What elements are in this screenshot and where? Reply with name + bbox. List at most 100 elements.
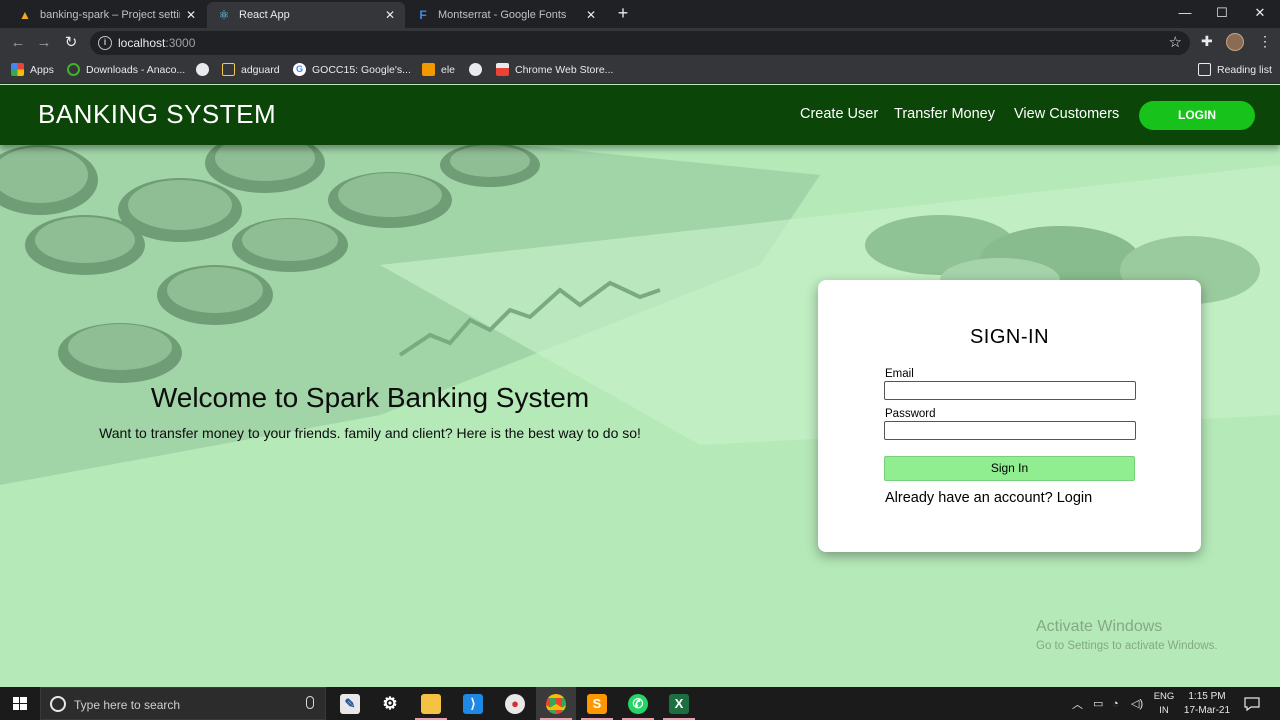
network-icon[interactable]: ◔	[1112, 687, 1119, 720]
taskbar-search[interactable]: Type here to search	[40, 687, 326, 720]
activate-windows-title: Activate Windows	[1036, 618, 1163, 635]
chrome-web-store-icon	[496, 63, 509, 76]
tab-title: Montserrat - Google Fonts	[438, 9, 567, 21]
bookmark-gocc15[interactable]: G GOCC15: Google's...	[293, 63, 411, 76]
bookmark-icon	[422, 63, 435, 76]
password-field[interactable]	[884, 421, 1136, 440]
chrome-icon	[546, 693, 566, 714]
url-port: :3000	[165, 36, 196, 50]
address-bar[interactable]: i localhost:3000 ☆	[90, 31, 1190, 55]
signin-button[interactable]: Sign In	[884, 456, 1135, 481]
page-viewport: BANKING SYSTEM Create User Transfer Mone…	[0, 85, 1280, 687]
taskbar-app-whatsapp[interactable]: ✆	[618, 687, 658, 720]
folder-icon	[421, 693, 441, 714]
taskbar-app-vscode[interactable]: ⟩	[453, 687, 493, 720]
bookmark-globe-2[interactable]	[469, 63, 488, 76]
tab-title: banking-spark – Project settings	[40, 9, 180, 21]
tab-google-fonts[interactable]: F Montserrat - Google Fonts ✕	[406, 2, 606, 28]
activate-windows-watermark: Activate Windows Go to Settings to activ…	[1036, 618, 1218, 652]
close-tab-icon[interactable]: ✕	[186, 8, 196, 22]
settings-icon: ⚙	[382, 693, 398, 713]
new-tab-button[interactable]: +	[613, 4, 633, 24]
nav-create-user[interactable]: Create User	[800, 106, 878, 122]
login-button[interactable]: LOGIN	[1139, 101, 1255, 130]
already-have-account-link[interactable]: Already have an account? Login	[885, 490, 1092, 506]
globe-icon	[196, 63, 209, 76]
brand-title[interactable]: BANKING SYSTEM	[38, 99, 276, 130]
taskbar-app-chrome[interactable]	[536, 687, 576, 720]
sublime-icon: S	[587, 693, 607, 714]
minimize-button[interactable]: —	[1167, 0, 1203, 28]
reload-icon[interactable]: ↻	[60, 32, 82, 54]
welcome-subtitle: Want to transfer money to your friends. …	[99, 425, 641, 441]
bookmark-chrome-web-store[interactable]: Chrome Web Store...	[496, 63, 613, 76]
email-field[interactable]	[884, 381, 1136, 400]
taskbar-app-sublime[interactable]: S	[577, 687, 617, 720]
notification-bubble-icon	[1244, 696, 1260, 711]
windows-logo-icon	[13, 697, 27, 710]
extensions-icon[interactable]: ✚	[1201, 33, 1213, 50]
browser-toolbar: ← → ↻ i localhost:3000 ☆ ✚ ⋮	[0, 28, 1280, 58]
reading-list-button[interactable]: Reading list	[1198, 63, 1272, 76]
bookmark-star-icon[interactable]: ☆	[1169, 33, 1182, 51]
taskbar-app-file-explorer[interactable]	[411, 687, 451, 720]
welcome-title: Welcome to Spark Banking System	[150, 382, 590, 413]
battery-icon[interactable]: ▭	[1093, 687, 1103, 720]
url-text[interactable]: localhost:3000	[118, 36, 195, 50]
windows-taskbar: Type here to search ✎ ⚙ ⟩ ● S ✆ X ︿ ▭ ◔ …	[0, 687, 1280, 720]
close-window-button[interactable]: ✕	[1242, 0, 1278, 28]
clock-time: 1:15 PM	[1188, 691, 1226, 702]
bookmarks-bar: Apps Downloads - Anaco... adguard G GOCC…	[0, 58, 1280, 84]
taskbar-app-editor[interactable]: ✎	[330, 687, 370, 720]
nav-transfer-money[interactable]: Transfer Money	[894, 106, 995, 122]
language-indicator[interactable]: ENG IN	[1150, 690, 1178, 718]
paint-icon: ●	[505, 693, 525, 714]
bookmark-label: ele	[441, 63, 456, 76]
vscode-icon: ⟩	[463, 693, 483, 714]
google-fonts-icon: F	[419, 8, 427, 22]
bookmark-icon	[222, 63, 235, 76]
region-code: IN	[1159, 705, 1169, 716]
taskbar-app-settings[interactable]: ⚙	[370, 687, 410, 720]
maximize-button[interactable]: ☐	[1204, 0, 1240, 28]
back-icon[interactable]: ←	[7, 32, 29, 54]
close-tab-icon[interactable]: ✕	[385, 8, 395, 22]
microphone-icon[interactable]	[306, 696, 314, 709]
notifications-icon[interactable]	[1243, 687, 1265, 720]
bookmark-ele[interactable]: ele	[422, 63, 455, 76]
show-hidden-icons[interactable]: ︿	[1072, 687, 1083, 720]
close-tab-icon[interactable]: ✕	[586, 8, 596, 22]
tab-react-app[interactable]: ⚛ React App ✕	[207, 2, 405, 28]
file-editor-icon: ✎	[340, 693, 360, 714]
email-label: Email	[885, 368, 914, 380]
whatsapp-icon: ✆	[628, 693, 648, 714]
taskbar-app-excel[interactable]: X	[659, 687, 699, 720]
google-icon: G	[293, 63, 306, 76]
globe-icon	[469, 63, 482, 76]
bookmark-globe-1[interactable]	[196, 63, 215, 76]
firebase-icon: ▲	[19, 8, 31, 22]
nav-view-customers[interactable]: View Customers	[1014, 106, 1119, 122]
excel-icon: X	[669, 693, 689, 714]
signin-title: SIGN-IN	[969, 326, 1050, 348]
bookmark-downloads-anaconda[interactable]: Downloads - Anaco...	[67, 63, 185, 76]
cortana-icon	[50, 696, 66, 712]
language-code: ENG	[1153, 691, 1175, 702]
bookmark-label: Chrome Web Store...	[515, 63, 614, 76]
taskbar-app-paint[interactable]: ●	[495, 687, 535, 720]
forward-icon[interactable]: →	[33, 32, 55, 54]
menu-icon[interactable]: ⋮	[1258, 33, 1272, 50]
bookmark-label: Downloads - Anaco...	[86, 63, 186, 76]
react-icon: ⚛	[218, 8, 230, 22]
profile-avatar[interactable]	[1226, 33, 1244, 51]
reading-list-icon	[1198, 63, 1211, 76]
volume-icon[interactable]: ◁)	[1131, 687, 1143, 720]
site-info-icon[interactable]: i	[98, 36, 112, 50]
tab-firebase[interactable]: ▲ banking-spark – Project settings ✕	[8, 2, 206, 28]
bookmark-adguard[interactable]: adguard	[222, 63, 280, 76]
password-label: Password	[885, 408, 936, 420]
start-button[interactable]	[0, 687, 40, 720]
tab-title: React App	[239, 9, 290, 21]
system-clock[interactable]: 1:15 PM 17-Mar-21	[1178, 690, 1236, 718]
bookmark-apps[interactable]: Apps	[11, 63, 54, 76]
